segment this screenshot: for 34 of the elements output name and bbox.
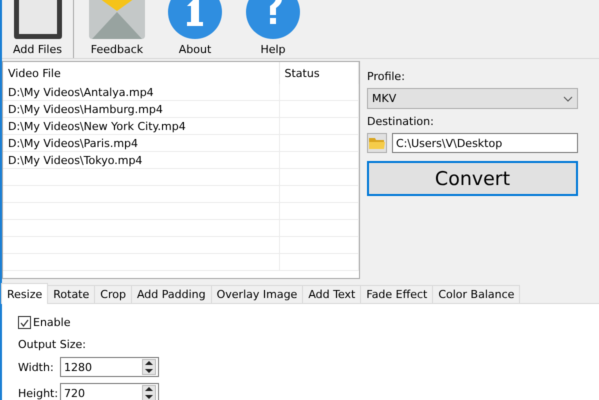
number-field[interactable]: 1280 (60, 357, 159, 377)
tab[interactable]: Color Balance (432, 285, 520, 303)
checkbox[interactable] (18, 316, 31, 329)
column-header[interactable]: Status (279, 62, 358, 84)
field-label: Height: (18, 386, 60, 400)
table-cell: D:\My Videos\Antalya.mp4 (3, 84, 279, 100)
toolbar-button[interactable]: Feedback (78, 0, 156, 58)
spinner-arrows-icon[interactable] (142, 385, 156, 400)
toolbar-button[interactable]: Help (234, 0, 312, 58)
envelope-icon (89, 0, 145, 40)
field-label: Width: (18, 360, 55, 374)
output-size-label: Output Size: (18, 338, 87, 351)
destination-field[interactable]: C:\Users\V\Desktop (392, 133, 578, 153)
help-icon (245, 0, 301, 40)
profile-dropdown[interactable]: MKV (367, 88, 578, 109)
number-field[interactable]: 720 (60, 383, 159, 400)
destination-label: Destination: (367, 115, 435, 128)
spinner-arrows-icon[interactable] (142, 359, 156, 375)
column-header[interactable]: Video File (3, 62, 279, 84)
table-cell: D:\My Videos\New York City.mp4 (3, 118, 279, 134)
checkbox-label: Enable (33, 316, 70, 329)
tab[interactable]: Overlay Image (210, 285, 304, 303)
table-cell: D:\My Videos\Paris.mp4 (3, 134, 279, 152)
tab[interactable]: Add Padding (130, 285, 212, 303)
tab[interactable]: Crop (94, 285, 132, 303)
table-cell: D:\My Videos\Tokyo.mp4 (3, 152, 279, 168)
profile-label: Profile: (367, 70, 406, 83)
info-icon (167, 0, 223, 40)
toolbar-button[interactable]: Add Files (2, 0, 74, 58)
tab[interactable]: Resize (1, 283, 48, 304)
toolbar-button[interactable]: About (156, 0, 234, 58)
table-cell: D:\My Videos\Hamburg.mp4 (3, 100, 279, 118)
chevron-down-icon (563, 96, 573, 102)
convert-button[interactable]: Convert (367, 161, 578, 196)
